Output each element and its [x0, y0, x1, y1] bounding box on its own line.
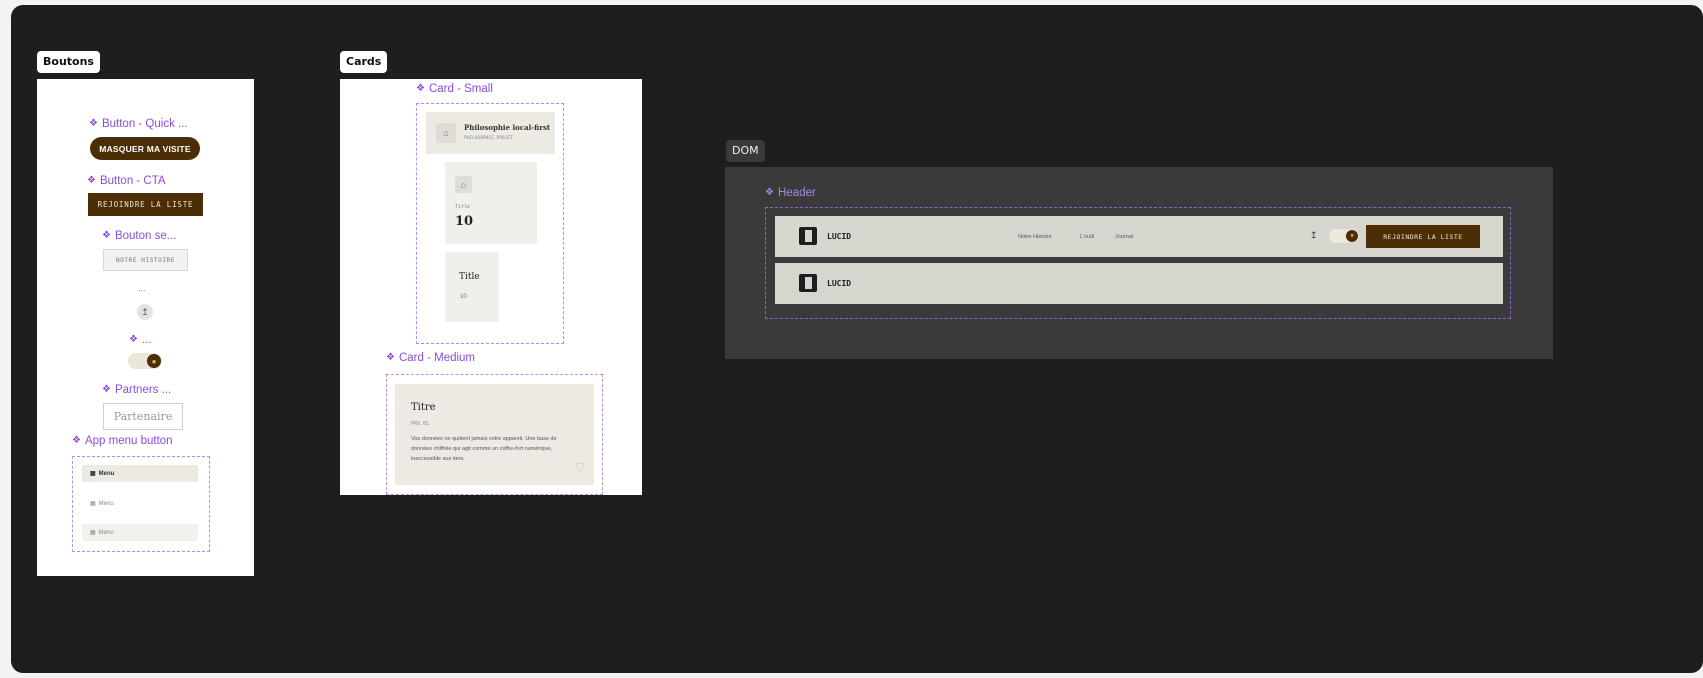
component-label-bouton-secondaire[interactable]: ❖ Bouton se...: [102, 229, 176, 243]
menu-item-label: Menu: [98, 529, 114, 536]
menu-item-label: Menu: [98, 500, 114, 507]
nav-link-journal[interactable]: Journal: [1115, 234, 1133, 240]
component-icon: ❖: [102, 230, 111, 241]
card-small-horizontal[interactable]: ⌂ Philosophie local-first PHILOSOPHIE_PR…: [426, 112, 555, 154]
notre-histoire-button[interactable]: NOTRE HISTOIRE: [103, 249, 188, 271]
up-arrow-button[interactable]: ↥: [137, 304, 153, 320]
card-small-stat[interactable]: ⌂ Title 10: [445, 162, 537, 244]
component-label-header[interactable]: ❖ Header: [765, 186, 816, 200]
component-icon: ❖: [89, 118, 98, 129]
component-label-text: Bouton se...: [114, 230, 177, 242]
nav-link-notre-histoire[interactable]: Notre Histoire: [1018, 234, 1052, 240]
lucid-logo-icon: [799, 274, 817, 292]
component-label-app-menu-button[interactable]: ❖ App menu button: [72, 434, 173, 448]
card-medium[interactable]: Titre PRV.01 Vos données ne quittent jam…: [395, 384, 594, 485]
theme-toggle[interactable]: ●: [128, 353, 162, 369]
app-menu-button-active[interactable]: ▦ Menu: [82, 465, 198, 482]
card-title: Titre: [411, 402, 436, 413]
component-icon: ❖: [72, 435, 81, 446]
frame-boutons[interactable]: ❖ Button - Quick ... MASQUER MA VISITE ❖…: [37, 79, 254, 576]
component-label-button-quick[interactable]: ❖ Button - Quick ...: [89, 117, 188, 131]
rejoindre-la-liste-button[interactable]: REJOINDRE LA LISTE: [1366, 225, 1480, 248]
component-label-card-medium[interactable]: ❖ Card - Medium: [386, 351, 475, 365]
component-label-partners[interactable]: ❖ Partners ...: [102, 383, 171, 397]
logo-text[interactable]: LUCID: [827, 279, 851, 288]
frame-label-cards[interactable]: Cards: [340, 51, 388, 73]
stat-caption: Title: [455, 204, 471, 210]
logo-text[interactable]: LUCID: [827, 232, 851, 241]
grid-icon: ▦: [90, 530, 96, 536]
card-meta: PHILOSOPHIE_PROJET: [464, 136, 513, 141]
sun-icon: ●: [1350, 233, 1354, 239]
app-menu-button-hover[interactable]: ▦ Menu: [82, 524, 198, 541]
rejoindre-la-liste-button[interactable]: REJOINDRE LA LISTE: [88, 193, 203, 216]
sun-icon: ●: [151, 356, 157, 366]
component-icon: ❖: [386, 352, 395, 363]
design-canvas[interactable]: Boutons ❖ Button - Quick ... MASQUER MA …: [11, 5, 1703, 673]
component-icon: ❖: [765, 187, 774, 198]
card-title: Philosophie local-first: [464, 123, 551, 132]
component-label-text: Partners ...: [114, 384, 172, 396]
menu-item-label: Menu: [98, 470, 115, 477]
component-icon: ❖: [129, 334, 138, 345]
toggle-knob: ●: [147, 354, 161, 368]
app-menu-button-default[interactable]: ▦ Menu: [82, 495, 198, 512]
header-mobile[interactable]: LUCID: [775, 263, 1503, 304]
component-label-button-cta[interactable]: ❖ Button - CTA: [87, 174, 166, 188]
stat-value: 10: [455, 214, 474, 229]
component-label-text: Card - Medium: [398, 352, 476, 364]
component-label-text: Header: [777, 187, 816, 199]
grid-icon: ▦: [90, 501, 96, 507]
partenaire-button[interactable]: Partenaire: [103, 403, 183, 430]
nav-link-outil[interactable]: L'outil: [1080, 234, 1094, 240]
card-body: Vos données ne quittent jamais votre app…: [411, 436, 557, 462]
frame-dom[interactable]: ❖ Header LUCID Notre Histoire L'outil Jo…: [725, 167, 1553, 359]
component-label-toggle[interactable]: ❖ ...: [129, 333, 152, 347]
lucid-logo-icon: [799, 227, 817, 245]
shield-icon: ⛉: [575, 462, 584, 474]
component-label-card-small[interactable]: ❖ Card - Small: [416, 82, 493, 96]
home-icon: ⌂: [436, 123, 456, 143]
component-label-text: Button - CTA: [99, 175, 166, 187]
component-icon: ❖: [102, 384, 111, 395]
frame-label-boutons[interactable]: Boutons: [37, 51, 100, 73]
home-icon: ⌂: [455, 176, 472, 193]
theme-toggle[interactable]: ●: [1329, 229, 1359, 243]
component-icon: ❖: [416, 83, 425, 94]
accessibility-icon[interactable]: ↥: [1310, 230, 1318, 241]
card-title: Title: [459, 272, 480, 282]
header-desktop[interactable]: LUCID Notre Histoire L'outil Journal ↥ ●…: [775, 216, 1503, 257]
card-value: 10: [460, 294, 467, 300]
frame-label-dom[interactable]: DOM: [726, 140, 765, 162]
card-small-title[interactable]: Title 10: [445, 252, 499, 322]
grid-icon: ▦: [90, 471, 96, 477]
component-label-text: Card - Small: [428, 83, 493, 95]
masquer-ma-visite-button[interactable]: MASQUER MA VISITE: [90, 137, 200, 160]
component-label-text: ...: [141, 334, 152, 346]
frame-cards[interactable]: ❖ Card - Small ⌂ Philosophie local-first…: [340, 79, 642, 495]
toggle-knob: ●: [1346, 230, 1358, 242]
component-label-text: App menu button: [84, 435, 173, 447]
card-meta: PRV.01: [411, 421, 430, 427]
component-label-text: Button - Quick ...: [101, 118, 188, 130]
component-icon: ❖: [87, 175, 96, 186]
ellipsis-label: ...: [138, 283, 146, 293]
up-arrow-icon: ↥: [141, 306, 149, 317]
